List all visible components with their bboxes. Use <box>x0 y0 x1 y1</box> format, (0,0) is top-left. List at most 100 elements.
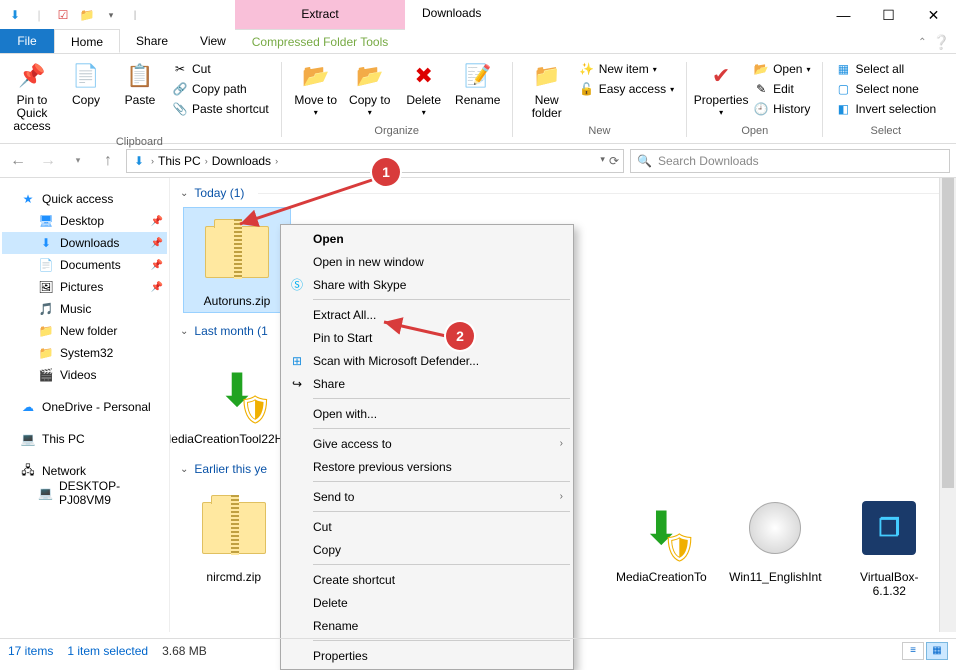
ctx-skype[interactable]: ⓈShare with Skype <box>283 273 571 296</box>
copyto-button[interactable]: 📂Copy to▾ <box>344 58 396 120</box>
ctx-rename[interactable]: Rename <box>283 614 571 637</box>
folder-icon: 📁 <box>38 345 54 361</box>
back-button[interactable]: ← <box>6 149 30 173</box>
sidebar-thispc[interactable]: 💻This PC <box>2 428 167 450</box>
ctx-open[interactable]: Open <box>283 227 571 250</box>
close-button[interactable]: ✕ <box>911 0 956 30</box>
selectnone-button[interactable]: ▢Select none <box>831 80 940 98</box>
search-input[interactable]: 🔍 Search Downloads <box>630 149 950 173</box>
ctx-defender[interactable]: ⊞Scan with Microsoft Defender... <box>283 349 571 372</box>
file-vbox[interactable]: ❐ VirtualBox-6.1.32 <box>840 484 939 602</box>
path-icon: 🔗 <box>172 81 188 97</box>
selectnone-icon: ▢ <box>835 81 851 97</box>
addr-chevron[interactable]: › <box>275 156 278 166</box>
downloads-icon: ⬇ <box>38 235 54 251</box>
addr-thispc[interactable]: This PC <box>158 154 201 168</box>
scissors-icon: ✂ <box>172 61 188 77</box>
ctx-pin-start[interactable]: Pin to Start <box>283 326 571 349</box>
edit-button[interactable]: ✎Edit <box>749 80 814 98</box>
file-mediacreation[interactable]: ⬇🛡 MediaCreationTool22H2.exe <box>184 346 290 450</box>
cut-button[interactable]: ✂Cut <box>168 60 273 78</box>
ctx-share[interactable]: ↪Share <box>283 372 571 395</box>
forward-button[interactable]: → <box>36 149 60 173</box>
maximize-button[interactable]: ☐ <box>866 0 911 30</box>
qat-overflow-icon[interactable]: ▾ <box>100 4 122 26</box>
pin-quick-access-button[interactable]: 📌Pin to Quick access <box>6 58 58 136</box>
easyaccess-button[interactable]: 🔓Easy access ▾ <box>575 80 678 98</box>
chevron-right-icon: › <box>560 491 563 502</box>
ctx-copy[interactable]: Copy <box>283 538 571 561</box>
sidebar-quickaccess[interactable]: ★Quick access <box>2 188 167 210</box>
up-button[interactable]: ↑ <box>96 149 120 173</box>
tab-home[interactable]: Home <box>54 29 120 53</box>
history-button[interactable]: 🕘History <box>749 100 814 118</box>
ctx-open-with[interactable]: Open with... <box>283 402 571 425</box>
addr-chevron[interactable]: › <box>151 156 154 166</box>
sidebar-onedrive[interactable]: ☁OneDrive - Personal <box>2 396 167 418</box>
invert-button[interactable]: ◧Invert selection <box>831 100 940 118</box>
tab-view[interactable]: View <box>184 29 242 53</box>
ctx-extract-all[interactable]: Extract All... <box>283 303 571 326</box>
group-new: New <box>588 125 610 141</box>
pin-icon: 📌 <box>151 238 163 249</box>
view-details-button[interactable]: ≡ <box>902 642 924 660</box>
virtualbox-icon: ❐ <box>862 501 916 555</box>
sidebar-desktop[interactable]: 🖥Desktop📌 <box>2 210 167 232</box>
addr-downloads[interactable]: Downloads <box>212 154 271 168</box>
sidebar-videos[interactable]: 🎬Videos <box>2 364 167 386</box>
ctx-open-new[interactable]: Open in new window <box>283 250 571 273</box>
help-icon[interactable]: ❔ <box>933 34 950 51</box>
sidebar-documents[interactable]: 📄Documents📌 <box>2 254 167 276</box>
paste-button[interactable]: 📋Paste <box>114 58 166 109</box>
checkbox-icon[interactable]: ☑ <box>52 4 74 26</box>
selectall-icon: ▦ <box>835 61 851 77</box>
invert-icon: ◧ <box>835 101 851 117</box>
view-icons-button[interactable]: ▦ <box>926 642 948 660</box>
file-autoruns[interactable]: Autoruns.zip <box>184 208 290 312</box>
folder-icon[interactable]: 📁 <box>76 4 98 26</box>
file-label: Win11_EnglishInt <box>729 570 822 584</box>
arrow-down-icon[interactable]: ⬇ <box>4 4 26 26</box>
properties-button[interactable]: ✔Properties▾ <box>695 58 747 120</box>
sidebar-music[interactable]: 🎵Music <box>2 298 167 320</box>
refresh-icon[interactable]: ⟳ <box>609 154 619 168</box>
ctx-give-access[interactable]: Give access to› <box>283 432 571 455</box>
sidebar-netpc[interactable]: 💻DESKTOP-PJ08VM9 <box>2 482 167 504</box>
easyaccess-icon: 🔓 <box>579 81 595 97</box>
rename-button[interactable]: 📝Rename <box>452 58 504 109</box>
open-button[interactable]: 📂Open ▾ <box>749 60 814 78</box>
file-mediacreation2[interactable]: ⬇🛡 MediaCreationTo <box>612 484 711 602</box>
sidebar-downloads[interactable]: ⬇Downloads📌 <box>2 232 167 254</box>
sidebar-newfolder[interactable]: 📁New folder <box>2 320 167 342</box>
newfolder-button[interactable]: 📁New folder <box>521 58 573 122</box>
minimize-button[interactable]: — <box>821 0 866 30</box>
tab-compressed-tools[interactable]: Compressed Folder Tools <box>235 29 405 53</box>
group-today[interactable]: ⌄Today (1) <box>170 178 939 204</box>
addr-dropdown-icon[interactable]: ▾ <box>600 154 605 168</box>
tab-share[interactable]: Share <box>120 29 184 53</box>
vertical-scrollbar[interactable] <box>939 178 956 632</box>
file-win11[interactable]: Win11_EnglishInt <box>725 484 826 602</box>
paste-shortcut-button[interactable]: 📎Paste shortcut <box>168 100 273 118</box>
ctx-cut[interactable]: Cut <box>283 515 571 538</box>
file-nircmd[interactable]: nircmd.zip <box>184 484 283 602</box>
copy-button[interactable]: 📄Copy <box>60 58 112 109</box>
addr-chevron[interactable]: › <box>205 156 208 166</box>
selectall-button[interactable]: ▦Select all <box>831 60 940 78</box>
ctx-send-to[interactable]: Send to› <box>283 485 571 508</box>
delete-button[interactable]: ✖Delete▾ <box>398 58 450 120</box>
newitem-button[interactable]: ✨New item ▾ <box>575 60 678 78</box>
recent-locations-icon[interactable]: ▾ <box>66 149 90 173</box>
sidebar-system32[interactable]: 📁System32 <box>2 342 167 364</box>
sidebar-pictures[interactable]: 🖼Pictures📌 <box>2 276 167 298</box>
collapse-ribbon-icon[interactable]: ⌃ <box>918 37 926 48</box>
ctx-shortcut[interactable]: Create shortcut <box>283 568 571 591</box>
ctx-delete[interactable]: Delete <box>283 591 571 614</box>
tab-file[interactable]: File <box>0 29 54 53</box>
context-tab-extract[interactable]: Extract <box>235 0 405 30</box>
ctx-restore[interactable]: Restore previous versions <box>283 455 571 478</box>
window-title: Downloads <box>422 6 481 20</box>
scroll-thumb[interactable] <box>942 178 954 488</box>
moveto-button[interactable]: 📂Move to▾ <box>290 58 342 120</box>
copypath-button[interactable]: 🔗Copy path <box>168 80 273 98</box>
